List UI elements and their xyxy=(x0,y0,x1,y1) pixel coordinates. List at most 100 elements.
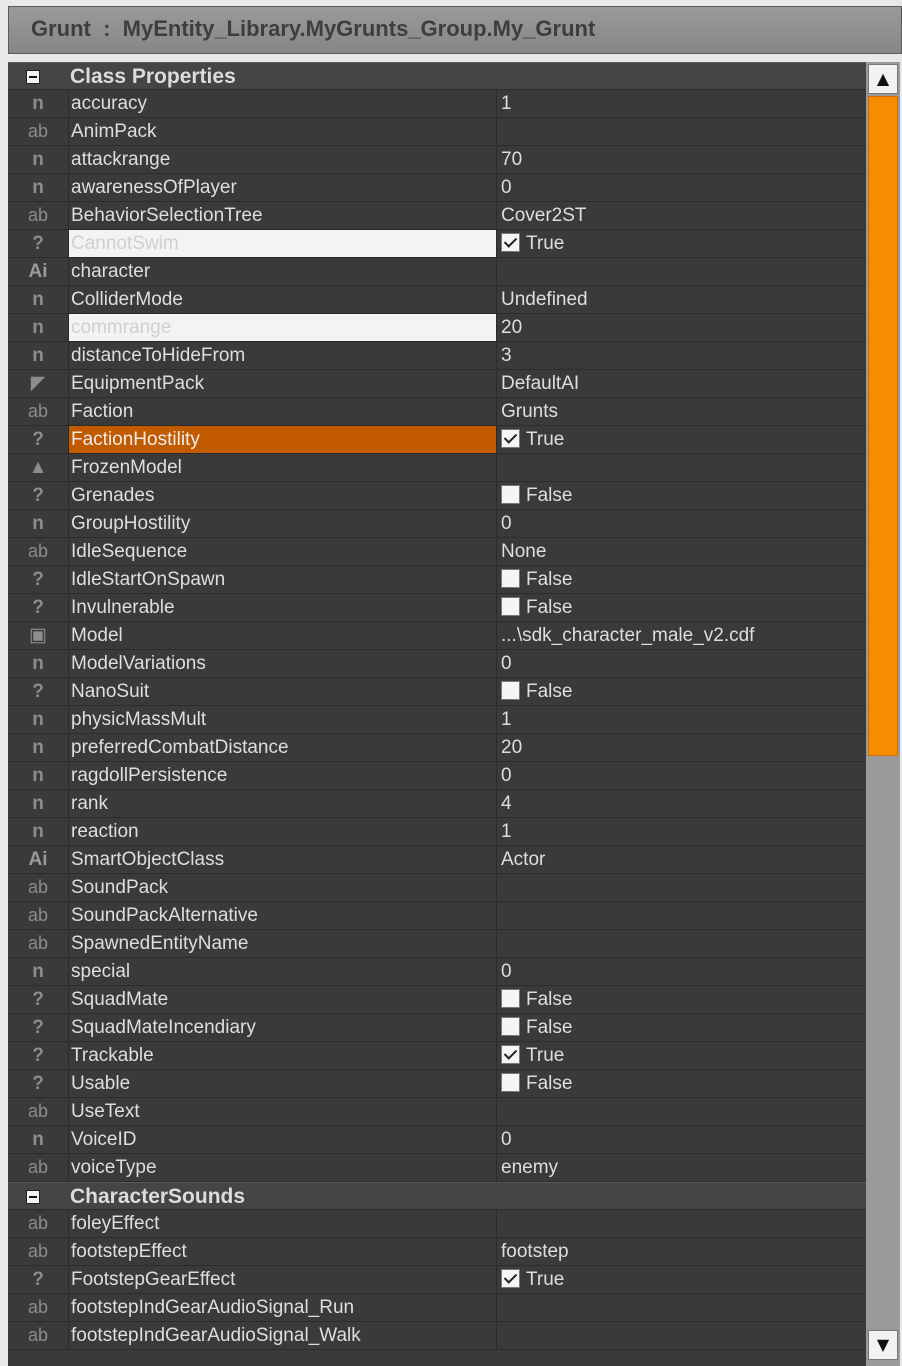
property-row[interactable]: ? IdleStartOnSpawn False xyxy=(8,566,866,594)
property-name[interactable]: voiceType xyxy=(68,1154,496,1181)
property-name[interactable]: footstepEffect xyxy=(68,1238,496,1265)
checkbox-unchecked-icon[interactable] xyxy=(501,681,520,700)
property-row[interactable]: n distanceToHideFrom 3 xyxy=(8,342,866,370)
property-name[interactable]: footstepIndGearAudioSignal_Run xyxy=(68,1294,496,1321)
property-name[interactable]: IdleSequence xyxy=(68,538,496,565)
property-value[interactable]: True xyxy=(496,426,866,453)
property-name[interactable]: reaction xyxy=(68,818,496,845)
property-value[interactable]: False xyxy=(496,566,866,593)
property-name[interactable]: GroupHostility xyxy=(68,510,496,537)
property-row[interactable]: ? SquadMate False xyxy=(8,986,866,1014)
vertical-scrollbar[interactable]: ▲ ▼ xyxy=(866,62,900,1366)
property-value[interactable]: False xyxy=(496,594,866,621)
property-name[interactable]: distanceToHideFrom xyxy=(68,342,496,369)
property-row[interactable]: n commrange 20 xyxy=(8,314,866,342)
property-name[interactable]: ColliderMode xyxy=(68,286,496,313)
property-name[interactable]: rank xyxy=(68,790,496,817)
property-row[interactable]: n VoiceID 0 xyxy=(8,1126,866,1154)
property-value[interactable]: True xyxy=(496,230,866,257)
property-value[interactable] xyxy=(496,454,866,481)
property-row[interactable]: n attackrange 70 xyxy=(8,146,866,174)
property-name[interactable]: CannotSwim xyxy=(68,230,496,257)
property-row[interactable]: ab BehaviorSelectionTree Cover2ST xyxy=(8,202,866,230)
checkbox-unchecked-icon[interactable] xyxy=(501,1073,520,1092)
checkbox-checked-icon[interactable] xyxy=(501,233,520,252)
checkbox-unchecked-icon[interactable] xyxy=(501,597,520,616)
property-row[interactable]: ? CannotSwim True xyxy=(8,230,866,258)
property-row[interactable]: ? FootstepGearEffect True xyxy=(8,1266,866,1294)
property-row[interactable]: n ModelVariations 0 xyxy=(8,650,866,678)
property-name[interactable]: EquipmentPack xyxy=(68,370,496,397)
property-value[interactable]: False xyxy=(496,678,866,705)
property-row[interactable]: ab SoundPackAlternative xyxy=(8,902,866,930)
property-value[interactable]: Grunts xyxy=(496,398,866,425)
property-row[interactable]: ab AnimPack xyxy=(8,118,866,146)
category-header[interactable]: CharacterSounds xyxy=(8,1182,866,1210)
property-value[interactable]: 1 xyxy=(496,706,866,733)
property-name[interactable]: BehaviorSelectionTree xyxy=(68,202,496,229)
property-value[interactable]: 0 xyxy=(496,650,866,677)
property-name[interactable]: SoundPack xyxy=(68,874,496,901)
collapse-minus-icon[interactable] xyxy=(26,70,40,84)
property-row[interactable]: n accuracy 1 xyxy=(8,90,866,118)
property-row[interactable]: ab IdleSequence None xyxy=(8,538,866,566)
scrollbar-thumb[interactable] xyxy=(868,96,898,756)
property-value[interactable]: None xyxy=(496,538,866,565)
checkbox-unchecked-icon[interactable] xyxy=(501,569,520,588)
property-value[interactable] xyxy=(496,930,866,957)
property-name[interactable]: special xyxy=(68,958,496,985)
property-row[interactable]: ? NanoSuit False xyxy=(8,678,866,706)
property-row[interactable]: ▣ Model ...\sdk_character_male_v2.cdf xyxy=(8,622,866,650)
property-row[interactable]: ab SpawnedEntityName xyxy=(8,930,866,958)
property-name[interactable]: preferredCombatDistance xyxy=(68,734,496,761)
property-name[interactable]: character xyxy=(68,258,496,285)
property-name[interactable]: Invulnerable xyxy=(68,594,496,621)
property-value[interactable] xyxy=(496,1294,866,1321)
property-value[interactable]: Cover2ST xyxy=(496,202,866,229)
property-row[interactable]: ? Grenades False xyxy=(8,482,866,510)
property-name[interactable]: ragdollPersistence xyxy=(68,762,496,789)
property-row[interactable]: ab footstepEffect footstep xyxy=(8,1238,866,1266)
property-name[interactable]: Faction xyxy=(68,398,496,425)
checkbox-unchecked-icon[interactable] xyxy=(501,485,520,504)
property-row[interactable]: ? SquadMateIncendiary False xyxy=(8,1014,866,1042)
property-row[interactable]: n physicMassMult 1 xyxy=(8,706,866,734)
property-row[interactable]: ab footstepIndGearAudioSignal_Run xyxy=(8,1294,866,1322)
property-value[interactable]: 0 xyxy=(496,510,866,537)
property-value[interactable]: True xyxy=(496,1042,866,1069)
property-row[interactable]: n GroupHostility 0 xyxy=(8,510,866,538)
property-value[interactable]: DefaultAI xyxy=(496,370,866,397)
property-row[interactable]: Ai SmartObjectClass Actor xyxy=(8,846,866,874)
property-name[interactable]: physicMassMult xyxy=(68,706,496,733)
property-value[interactable]: ...\sdk_character_male_v2.cdf xyxy=(496,622,866,649)
property-name[interactable]: Grenades xyxy=(68,482,496,509)
property-row[interactable]: n reaction 1 xyxy=(8,818,866,846)
property-name[interactable]: FrozenModel xyxy=(68,454,496,481)
property-value[interactable] xyxy=(496,258,866,285)
property-value[interactable] xyxy=(496,874,866,901)
property-name[interactable]: footstepIndGearAudioSignal_Walk xyxy=(68,1322,496,1349)
property-name[interactable]: UseText xyxy=(68,1098,496,1125)
property-value[interactable]: 70 xyxy=(496,146,866,173)
property-name[interactable]: FactionHostility xyxy=(68,426,496,453)
property-value[interactable]: 3 xyxy=(496,342,866,369)
property-name[interactable]: NanoSuit xyxy=(68,678,496,705)
property-value[interactable] xyxy=(496,902,866,929)
property-name[interactable]: VoiceID xyxy=(68,1126,496,1153)
property-name[interactable]: awarenessOfPlayer xyxy=(68,174,496,201)
property-name[interactable]: SmartObjectClass xyxy=(68,846,496,873)
property-value[interactable]: 1 xyxy=(496,90,866,117)
property-name[interactable]: ModelVariations xyxy=(68,650,496,677)
property-value[interactable] xyxy=(496,1210,866,1237)
property-row[interactable]: n rank 4 xyxy=(8,790,866,818)
checkbox-checked-icon[interactable] xyxy=(501,429,520,448)
property-value[interactable]: footstep xyxy=(496,1238,866,1265)
property-value[interactable]: 20 xyxy=(496,734,866,761)
property-value[interactable]: 0 xyxy=(496,1126,866,1153)
property-name[interactable]: foleyEffect xyxy=(68,1210,496,1237)
property-value[interactable]: Undefined xyxy=(496,286,866,313)
checkbox-unchecked-icon[interactable] xyxy=(501,1017,520,1036)
property-name[interactable]: FootstepGearEffect xyxy=(68,1266,496,1293)
property-row[interactable]: ? Invulnerable False xyxy=(8,594,866,622)
checkbox-checked-icon[interactable] xyxy=(501,1269,520,1288)
